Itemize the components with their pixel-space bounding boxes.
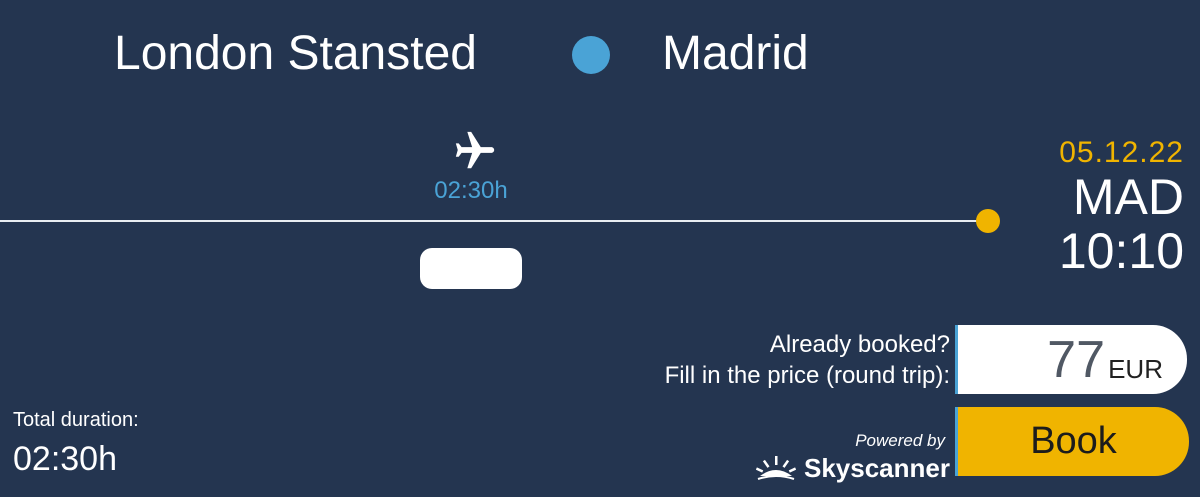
price-value[interactable]: 77 [1047, 332, 1105, 388]
price-input[interactable]: 77 EUR [955, 325, 1187, 394]
already-booked-line1: Already booked? [769, 331, 950, 358]
arrival-time: 10:10 [1058, 223, 1184, 279]
arrival-airport-code: MAD [1072, 169, 1184, 225]
origin-city: London Stansted [114, 27, 477, 80]
arrival-dot [976, 209, 1000, 233]
book-button[interactable]: Book [955, 407, 1189, 476]
arrival-date: 05.12.22 [1059, 136, 1184, 169]
route-separator-dot [572, 36, 610, 74]
skyscanner-name: Skyscanner [804, 453, 950, 483]
total-duration-label: Total duration: [13, 409, 139, 431]
timeline-line [0, 220, 988, 222]
total-duration-value: 02:30h [13, 440, 117, 478]
already-booked-label: Already booked? Fill in the price (round… [665, 329, 950, 391]
price-currency: EUR [1108, 354, 1163, 384]
already-booked-line2: Fill in the price (round trip): [664, 362, 950, 389]
airplane-icon [448, 128, 502, 174]
arrival-block: 05.12.22 MAD 10:10 [1059, 136, 1184, 278]
skyscanner-sunrise-icon [756, 456, 796, 480]
flight-duration: 02:30h [434, 177, 508, 204]
flight-details-pill[interactable] [420, 248, 522, 289]
powered-by-label: Powered by [855, 431, 945, 450]
route-title: London Stansted Madrid [0, 24, 1200, 84]
destination-city: Madrid [662, 27, 809, 80]
